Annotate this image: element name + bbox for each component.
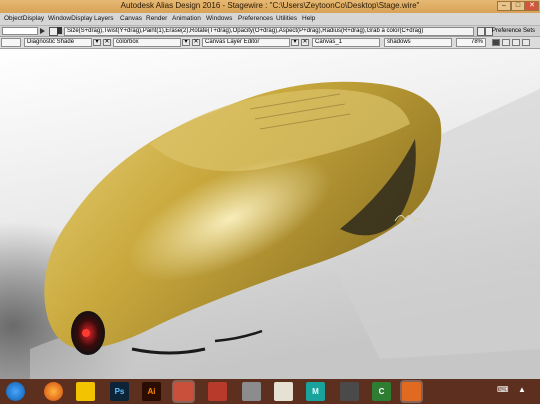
color-swatch-icon[interactable] [492, 39, 500, 46]
colorbox-close-icon[interactable]: ✕ [192, 39, 200, 46]
menu-windowdisplay[interactable]: WindowDisplay [48, 15, 92, 22]
camtasia-icon[interactable]: C [372, 382, 391, 401]
sketch-canvas[interactable] [0, 49, 540, 379]
illustrator-icon[interactable]: Ai [142, 382, 161, 401]
autodesk-alias-icon[interactable] [174, 382, 193, 401]
panel-bar: Diagnostic Shade ▾ ✕ colorbox ▾ ✕ Canvas… [0, 37, 540, 49]
menu-canvas[interactable]: Canvas [120, 15, 142, 22]
window-title: Autodesk Alias Design 2016 - Stagewire :… [120, 1, 420, 10]
keyboard-icon[interactable]: ⌨ [497, 385, 509, 394]
reset-icon[interactable] [477, 27, 485, 36]
title-bar: Autodesk Alias Design 2016 - Stagewire :… [0, 0, 540, 13]
menu-render[interactable]: Render [146, 15, 167, 22]
play-arrow-icon[interactable] [40, 28, 45, 34]
canvas-name-field[interactable]: Canvas_1 [312, 38, 380, 47]
shade-close-icon[interactable]: ✕ [103, 39, 111, 46]
preference-sets-button[interactable]: Preference Sets [492, 28, 535, 34]
layer-name-field[interactable]: shadows [384, 38, 452, 47]
video-player-icon[interactable] [402, 382, 421, 401]
menu-help[interactable]: Help [302, 15, 315, 22]
menu-utilities[interactable]: Utilities [276, 15, 297, 22]
colorbox-dropdown-icon[interactable]: ▾ [182, 39, 190, 46]
autodesk-app-icon[interactable] [208, 382, 227, 401]
minimize-button[interactable]: – [497, 1, 511, 11]
close-button[interactable]: ✕ [525, 1, 539, 11]
sketchbook-icon[interactable] [274, 382, 293, 401]
layer-delete-icon[interactable] [522, 39, 530, 46]
opacity-field[interactable]: 78% [456, 38, 486, 47]
firefox-icon[interactable] [44, 382, 63, 401]
irancell-icon[interactable] [76, 382, 95, 401]
menu-bar: ObjectDisplay WindowDisplay Layers Canva… [0, 13, 540, 25]
lock-icon[interactable] [57, 27, 62, 34]
tool-hint-text: Size(S+drag),Twist(Y+drag),Paint(1),Eras… [64, 27, 474, 36]
menu-windows[interactable]: Windows [206, 15, 232, 22]
maya-icon[interactable]: M [306, 382, 325, 401]
media-icon[interactable] [340, 382, 359, 401]
tool-value-field[interactable] [2, 27, 38, 35]
files-icon[interactable] [242, 382, 261, 401]
layer-editor-dropdown-icon[interactable]: ▾ [291, 39, 299, 46]
panel-swatch[interactable] [1, 38, 21, 47]
canvas-layer-editor-field[interactable]: Canvas Layer Editor [202, 38, 290, 47]
menu-objectdisplay[interactable]: ObjectDisplay [4, 15, 44, 22]
notification-icon[interactable]: ▲ [518, 385, 526, 394]
menu-layers[interactable]: Layers [94, 15, 114, 22]
menu-preferences[interactable]: Preferences [238, 15, 273, 22]
layer-visible-icon[interactable] [512, 39, 520, 46]
windows-start-icon[interactable] [6, 382, 25, 401]
maximize-button[interactable]: □ [511, 1, 525, 11]
taskbar: Ps Ai M C ⌨ ▲ [0, 379, 540, 404]
photoshop-icon[interactable]: Ps [110, 382, 129, 401]
menu-animation[interactable]: Animation [172, 15, 201, 22]
diagnostic-shade-field[interactable]: Diagnostic Shade [24, 38, 92, 47]
layer-new-icon[interactable] [502, 39, 510, 46]
colorbox-field[interactable]: colorbox [113, 38, 181, 47]
tool-hint-bar: Size(S+drag),Twist(Y+drag),Paint(1),Eras… [0, 25, 540, 37]
layer-editor-close-icon[interactable]: ✕ [301, 39, 309, 46]
shade-dropdown-icon[interactable]: ▾ [93, 39, 101, 46]
